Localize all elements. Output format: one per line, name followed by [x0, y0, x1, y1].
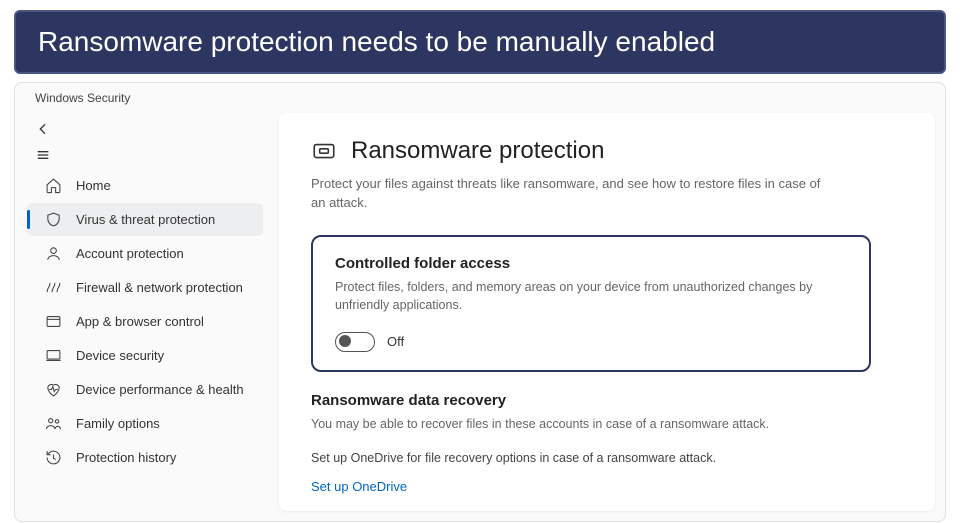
- person-icon: [45, 245, 62, 262]
- shield-icon: [45, 211, 62, 228]
- back-arrow-icon: [35, 121, 51, 137]
- rdr-title: Ransomware data recovery: [311, 392, 871, 409]
- sidebar-item-label: Account protection: [76, 246, 184, 261]
- cfa-title: Controlled folder access: [335, 255, 847, 272]
- cfa-toggle-label: Off: [387, 334, 404, 349]
- hamburger-icon: [35, 147, 51, 163]
- windows-security-window: Windows Security Home Virus & threat pro…: [14, 82, 946, 522]
- cfa-toggle[interactable]: [335, 332, 375, 352]
- sidebar-item-history[interactable]: Protection history: [27, 441, 263, 474]
- page-title: Ransomware protection: [351, 137, 604, 165]
- sidebar-item-device-perf[interactable]: Device performance & health: [27, 373, 263, 406]
- ransomware-data-recovery-section: Ransomware data recovery You may be able…: [311, 392, 871, 496]
- sidebar-item-family[interactable]: Family options: [27, 407, 263, 440]
- sidebar-item-home[interactable]: Home: [27, 169, 263, 202]
- family-icon: [45, 415, 62, 432]
- sidebar-item-label: Firewall & network protection: [76, 280, 243, 295]
- history-icon: [45, 449, 62, 466]
- firewall-icon: [45, 279, 62, 296]
- ransomware-icon: [311, 138, 337, 164]
- sidebar-item-label: Protection history: [76, 450, 176, 465]
- sidebar-item-label: Virus & threat protection: [76, 212, 215, 227]
- sidebar-item-label: Device performance & health: [76, 382, 244, 397]
- sidebar: Home Virus & threat protection Account p…: [15, 109, 275, 521]
- content-panel: Ransomware protection Protect your files…: [279, 113, 935, 511]
- rdr-note: Set up OneDrive for file recovery option…: [311, 451, 871, 465]
- cfa-description: Protect files, folders, and memory areas…: [335, 278, 847, 314]
- sidebar-item-label: App & browser control: [76, 314, 204, 329]
- back-button[interactable]: [27, 117, 263, 141]
- app-browser-icon: [45, 313, 62, 330]
- device-security-icon: [45, 347, 62, 364]
- setup-onedrive-link[interactable]: Set up OneDrive: [311, 479, 407, 494]
- sidebar-item-label: Family options: [76, 416, 160, 431]
- toggle-knob: [339, 335, 351, 347]
- sidebar-item-firewall[interactable]: Firewall & network protection: [27, 271, 263, 304]
- rdr-description: You may be able to recover files in thes…: [311, 415, 871, 433]
- sidebar-item-account[interactable]: Account protection: [27, 237, 263, 270]
- sidebar-item-label: Home: [76, 178, 111, 193]
- sidebar-item-app-browser[interactable]: App & browser control: [27, 305, 263, 338]
- window-title: Windows Security: [15, 83, 945, 109]
- hamburger-button[interactable]: [27, 143, 263, 167]
- annotation-banner: Ransomware protection needs to be manual…: [14, 10, 946, 74]
- sidebar-item-device-security[interactable]: Device security: [27, 339, 263, 372]
- sidebar-item-label: Device security: [76, 348, 164, 363]
- controlled-folder-access-section: Controlled folder access Protect files, …: [311, 235, 871, 372]
- sidebar-item-virus-threat[interactable]: Virus & threat protection: [27, 203, 263, 236]
- heart-pulse-icon: [45, 381, 62, 398]
- home-icon: [45, 177, 62, 194]
- page-description: Protect your files against threats like …: [311, 175, 831, 213]
